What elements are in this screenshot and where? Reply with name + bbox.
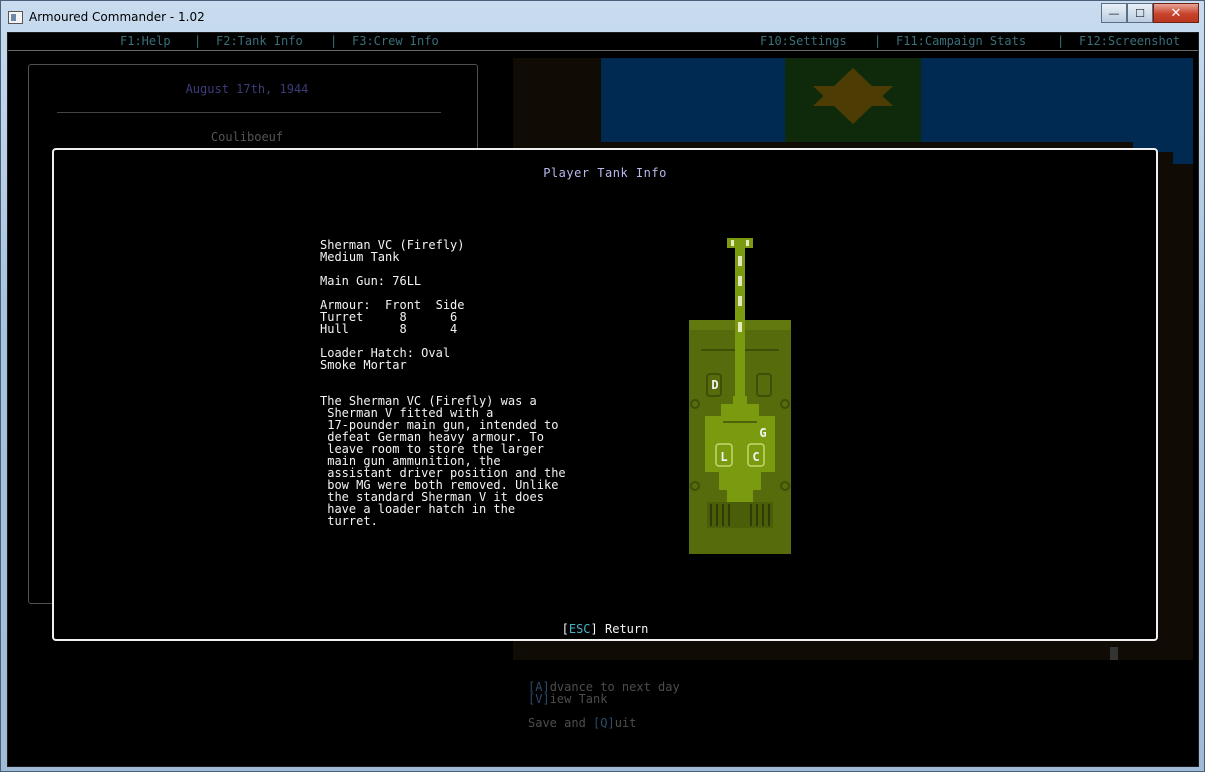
maximize-button[interactable]: ☐: [1127, 3, 1153, 23]
menu-separator: |: [330, 34, 338, 48]
menu-campaign-stats[interactable]: F11:Campaign Stats: [896, 34, 1026, 48]
allied-flag: [785, 58, 921, 142]
close-button[interactable]: ✕: [1153, 3, 1199, 23]
commander-position: C: [752, 450, 760, 464]
game-screen: F1:Help | F2:Tank Info | F3:Crew Info F1…: [7, 32, 1199, 767]
map-water: [1173, 152, 1193, 164]
caption-buttons: — ☐ ✕: [1101, 3, 1199, 23]
save-quit-command[interactable]: Save and [Q]uit: [528, 717, 680, 729]
star-icon: [813, 86, 893, 124]
title-bar[interactable]: Armoured Commander - 1.02 — ☐ ✕: [1, 1, 1204, 33]
function-key-menu: F1:Help | F2:Tank Info | F3:Crew Info F1…: [8, 33, 1198, 51]
view-tank-command[interactable]: [V]iew Tank: [528, 693, 680, 705]
campaign-date: August 17th, 1944: [185, 82, 309, 96]
gunner-position: G: [759, 426, 767, 440]
armour-hull: Hull 8 4: [320, 322, 458, 336]
divider: [57, 112, 441, 113]
menu-separator: |: [194, 34, 202, 48]
menu-crew-info[interactable]: F3:Crew Info: [352, 34, 439, 48]
return-button[interactable]: [ESC] Return: [54, 622, 1156, 636]
menu-separator: |: [874, 34, 882, 48]
loader-position: L: [720, 450, 728, 464]
tank-info-dialog: Player Tank Info Sherman VC (Firefly) Me…: [52, 148, 1158, 641]
tank-description: The Sherman VC (Firefly) was a Sherman V…: [320, 395, 566, 527]
return-label: Return: [597, 622, 649, 636]
minimize-button[interactable]: —: [1101, 3, 1127, 23]
command-list: [A]dvance to next day [V]iew Tank Save a…: [528, 681, 680, 729]
tank-class: Medium Tank: [320, 250, 400, 264]
map-scrollbar[interactable]: [1110, 647, 1118, 660]
tank-sprite: [689, 238, 791, 554]
esc-key: ESC: [568, 622, 591, 636]
map-water: [609, 58, 619, 88]
menu-settings[interactable]: F10:Settings: [760, 34, 847, 48]
menu-separator: |: [1057, 34, 1065, 48]
main-gun: Main Gun: 76LL: [320, 274, 422, 288]
application-window: Armoured Commander - 1.02 — ☐ ✕ F1:Help …: [0, 0, 1205, 772]
description-line: turret.: [320, 514, 378, 528]
smoke-mortar: Smoke Mortar: [320, 358, 407, 372]
tank-stats: Sherman VC (Firefly) Medium Tank Main Gu…: [320, 239, 465, 371]
dialog-title: Player Tank Info: [543, 166, 667, 180]
driver-position: D: [711, 378, 719, 392]
tank-diagram: D G L C: [687, 236, 793, 556]
menu-help[interactable]: F1:Help: [120, 34, 171, 48]
menu-screenshot[interactable]: F12:Screenshot: [1079, 34, 1180, 48]
app-icon: [8, 11, 23, 24]
campaign-location: Couliboeuf: [210, 130, 284, 144]
menu-tank-info[interactable]: F2:Tank Info: [216, 34, 303, 48]
window-title: Armoured Commander - 1.02: [29, 10, 205, 24]
